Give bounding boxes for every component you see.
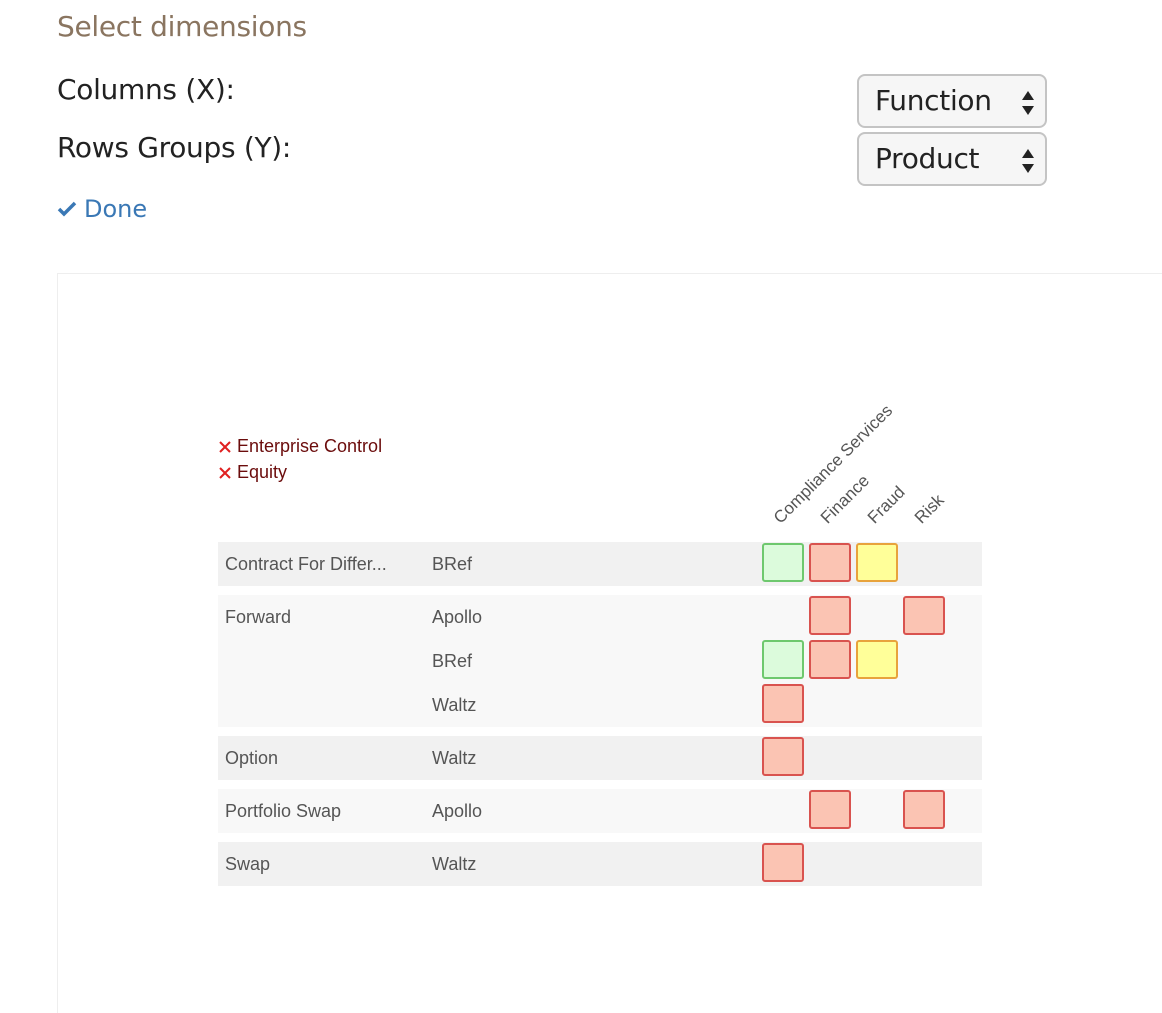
product-label: Contract For Differ... (225, 554, 387, 574)
filter-label: Enterprise Control (237, 436, 383, 456)
select-arrows-icon (1022, 149, 1034, 173)
matrix-row: BRef (218, 639, 982, 683)
application-label[interactable]: Waltz (432, 854, 476, 875)
application-label[interactable]: BRef (432, 554, 472, 575)
matrix-row: Forward Apollo (218, 595, 982, 639)
page-heading: Select dimensions (57, 10, 307, 43)
product-group: Option Waltz (218, 736, 982, 780)
rating-cell[interactable] (809, 790, 851, 829)
rating-cell[interactable] (856, 640, 898, 679)
rating-cell[interactable] (762, 640, 804, 679)
matrix-row: Option Waltz (218, 736, 982, 780)
rows-select[interactable]: Product (857, 132, 1047, 186)
product-label: Portfolio Swap (225, 801, 342, 821)
rating-cell[interactable] (762, 684, 804, 723)
rating-cell[interactable] (809, 640, 851, 679)
rating-cell[interactable] (762, 737, 804, 776)
columns-select-value: Function (875, 84, 992, 117)
product-label: Forward (225, 607, 292, 627)
filter-item[interactable]: Equity (218, 462, 287, 483)
remove-icon (219, 440, 231, 453)
application-label[interactable]: Apollo (432, 607, 482, 628)
done-label: Done (84, 195, 148, 223)
remove-icon (219, 466, 231, 479)
columns-label: Columns (X): (57, 73, 235, 106)
application-label[interactable]: Waltz (432, 695, 476, 716)
check-icon (57, 201, 77, 217)
product-group: Swap Waltz (218, 842, 982, 886)
select-arrows-icon (1022, 91, 1034, 115)
product-group: Contract For Differ... BRef (218, 542, 982, 586)
rating-cell[interactable] (856, 543, 898, 582)
matrix-row: Waltz (218, 683, 982, 727)
matrix-row: Contract For Differ... BRef (218, 542, 982, 586)
filter-item[interactable]: Enterprise Control (218, 436, 382, 457)
rating-cell[interactable] (903, 596, 945, 635)
application-label[interactable]: BRef (432, 651, 472, 672)
rating-cell[interactable] (809, 596, 851, 635)
columns-select[interactable]: Function (857, 74, 1047, 128)
product-group: Forward Apollo BRef Waltz (218, 595, 982, 727)
filter-label: Equity (237, 462, 288, 482)
matrix-row: Swap Waltz (218, 842, 982, 886)
rating-cell[interactable] (903, 790, 945, 829)
application-label[interactable]: Waltz (432, 748, 476, 769)
rating-cell[interactable] (762, 843, 804, 882)
rating-cell[interactable] (809, 543, 851, 582)
matrix-row: Portfolio Swap Apollo (218, 789, 982, 833)
application-label[interactable]: Apollo (432, 801, 482, 822)
rating-cell[interactable] (762, 543, 804, 582)
product-label: Option (225, 748, 279, 768)
done-link[interactable]: Done (57, 195, 147, 223)
product-group: Portfolio Swap Apollo (218, 789, 982, 833)
rows-select-value: Product (875, 142, 980, 175)
product-label: Swap (225, 854, 271, 874)
rows-groups-label: Rows Groups (Y): (57, 131, 292, 164)
